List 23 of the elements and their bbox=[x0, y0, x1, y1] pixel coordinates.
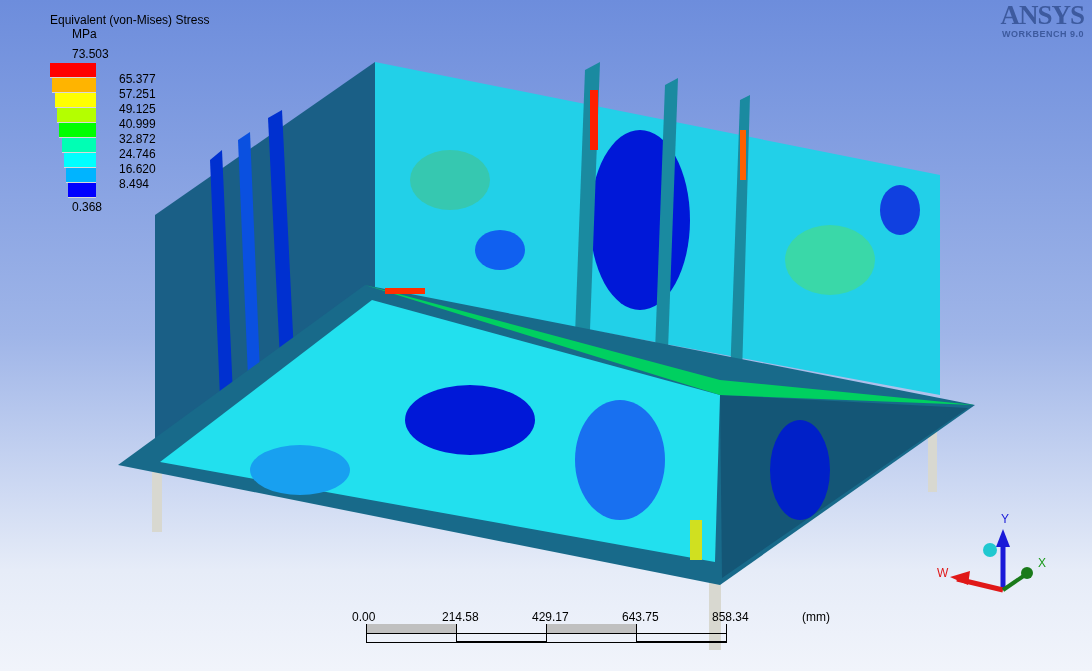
legend-value: 49.125 bbox=[119, 103, 156, 115]
product-name: WORKBENCH 9.0 bbox=[1002, 29, 1084, 39]
x-axis-label: X bbox=[1038, 556, 1046, 570]
legend-unit: MPa bbox=[71, 27, 98, 41]
scale-tick-label: 214.58 bbox=[442, 610, 480, 624]
legend-title: Equivalent (von-Mises) Stress bbox=[50, 13, 210, 27]
legend-max-value: 73.503 bbox=[71, 47, 110, 61]
scale-tick-label: 858.34 bbox=[712, 610, 750, 624]
w-axis-label: W bbox=[937, 566, 949, 580]
legend-value: 24.746 bbox=[119, 148, 156, 160]
scale-unit: (mm) bbox=[802, 610, 830, 624]
logo-text: ANSYS bbox=[1000, 2, 1084, 29]
legend-value: 65.377 bbox=[119, 73, 156, 85]
legend-value: 40.999 bbox=[119, 118, 156, 130]
y-axis-label: Y bbox=[1001, 512, 1009, 526]
scale-tick-label: 643.75 bbox=[622, 610, 660, 624]
scale-tick-label: 0.00 bbox=[352, 610, 377, 624]
legend-value: 57.251 bbox=[119, 88, 156, 100]
legend-value: 32.872 bbox=[119, 133, 156, 145]
legend-value: 8.494 bbox=[119, 178, 149, 190]
legend-min-value: 0.368 bbox=[71, 200, 104, 214]
scale-tick-label: 429.17 bbox=[532, 610, 570, 624]
legend-value: 16.620 bbox=[119, 163, 156, 175]
